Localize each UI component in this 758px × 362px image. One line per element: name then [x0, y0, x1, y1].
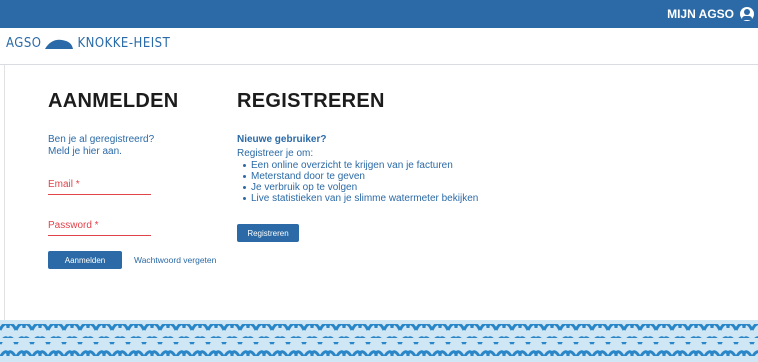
top-bar: MIJN AGSO: [0, 0, 758, 28]
list-item: Je verbruik op te volgen: [237, 182, 478, 193]
list-item: Meterstand door te geven: [237, 171, 478, 182]
register-button[interactable]: Registreren: [237, 224, 299, 242]
email-label: Email *: [48, 179, 80, 190]
main-content: AANMELDEN Ben je al geregistreerd? Meld …: [0, 65, 758, 320]
user-icon: [740, 7, 754, 21]
logo-text-agso: AGSO: [6, 36, 42, 51]
wave-footer-decoration: [0, 320, 758, 362]
login-intro-line1: Ben je al geregistreerd?: [48, 134, 155, 145]
account-label: MIJN AGSO: [667, 7, 734, 21]
new-user-heading: Nieuwe gebruiker?: [237, 134, 327, 145]
email-field[interactable]: [48, 194, 151, 195]
register-intro: Registreer je om:: [237, 148, 314, 159]
register-title: REGISTREREN: [237, 90, 385, 112]
list-item: Live statistieken van je slimme watermet…: [237, 193, 478, 204]
login-title: AANMELDEN: [48, 90, 179, 112]
list-item: Een online overzicht te krijgen van je f…: [237, 160, 478, 171]
left-border: [4, 65, 5, 320]
my-account-link[interactable]: MIJN AGSO: [667, 0, 754, 28]
login-button[interactable]: Aanmelden: [48, 251, 122, 269]
logo-bar: AGSO KNOKKE-HEIST: [0, 28, 758, 65]
password-field[interactable]: [48, 235, 151, 236]
logo-wave-icon: [45, 39, 74, 49]
logo-text-knokke-heist: KNOKKE-HEIST: [77, 36, 171, 51]
password-label: Password *: [48, 220, 99, 231]
login-intro-line2: Meld je hier aan.: [48, 146, 122, 157]
agso-logo[interactable]: AGSO KNOKKE-HEIST: [6, 36, 170, 51]
benefits-list: Een online overzicht te krijgen van je f…: [237, 160, 478, 204]
forgot-password-link[interactable]: Wachtwoord vergeten: [134, 255, 216, 265]
